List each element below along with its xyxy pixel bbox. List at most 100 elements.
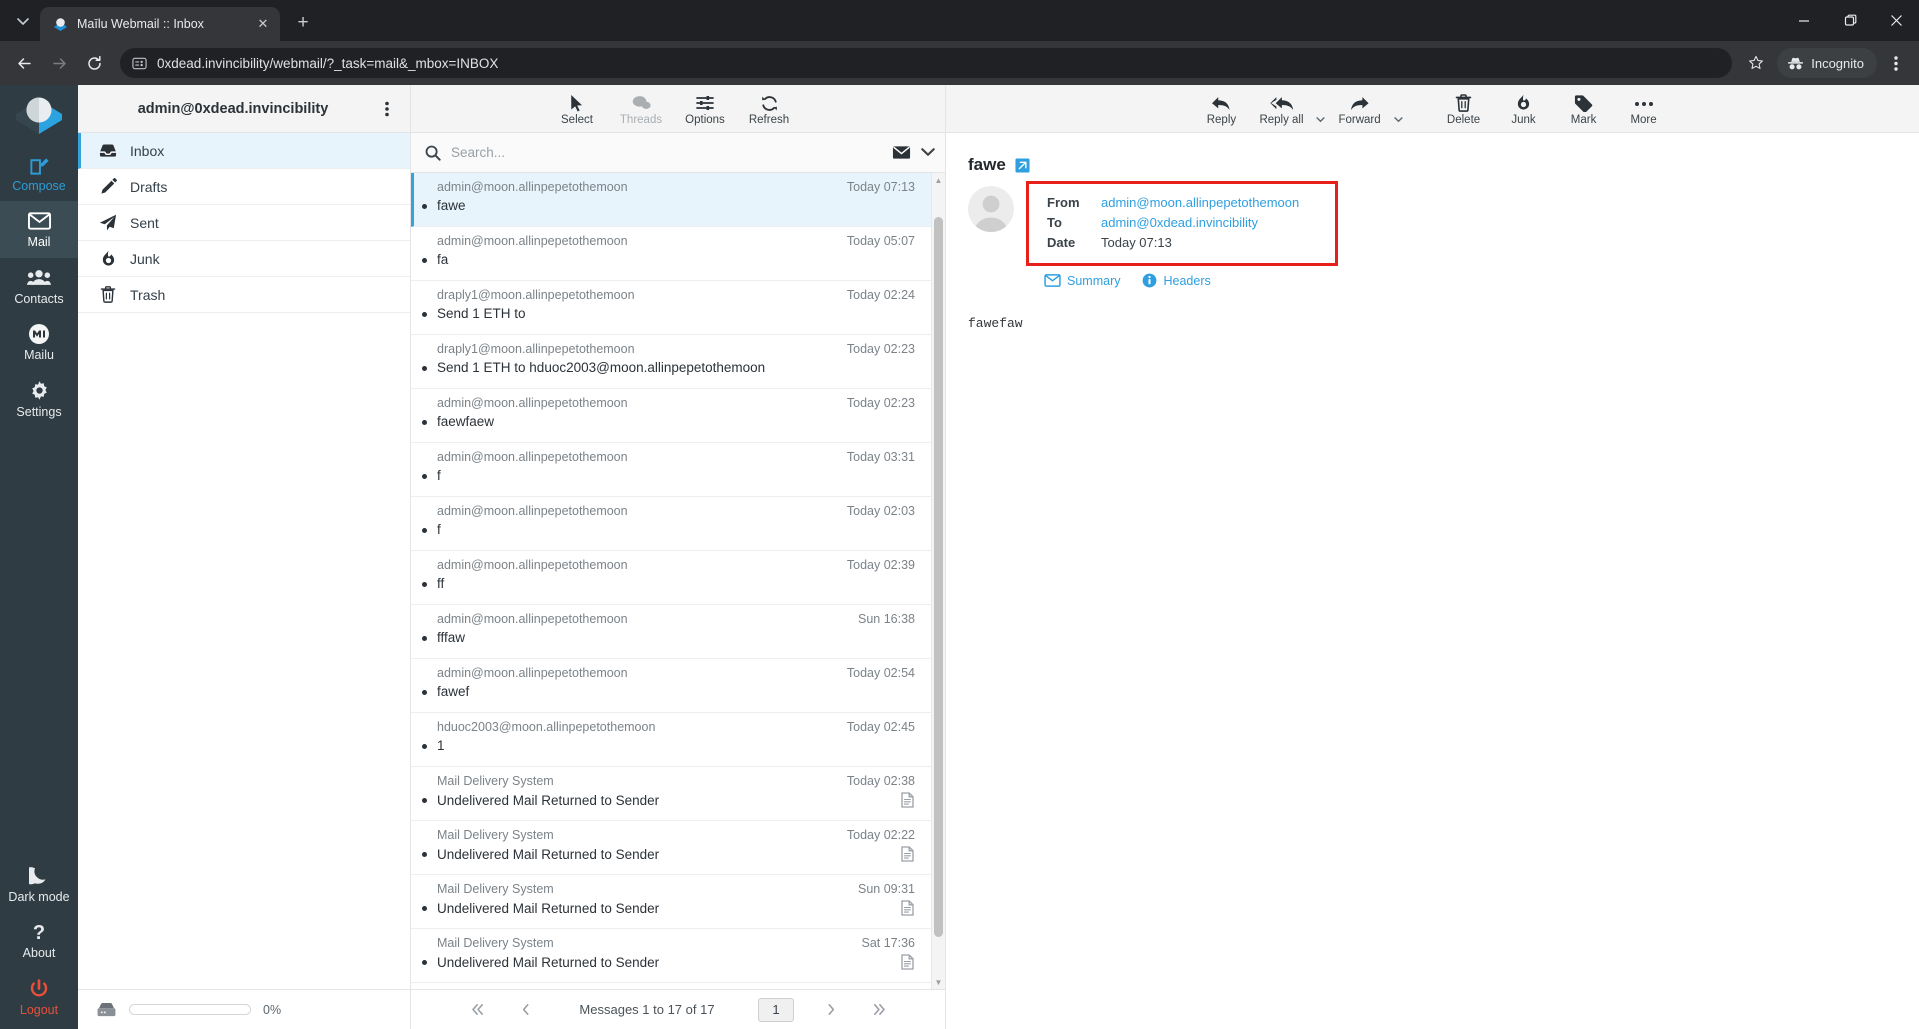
message-list-item[interactable]: hduoc2003@moon.allinpepetothemoon Today 0… xyxy=(411,713,931,767)
rail-item-mailu[interactable]: Mailu xyxy=(0,314,78,370)
folder-options-kebab-icon[interactable] xyxy=(376,101,398,117)
message-list-scrollbar[interactable]: ▲ ▼ xyxy=(931,173,945,989)
new-tab-button[interactable]: + xyxy=(288,8,318,38)
back-icon[interactable] xyxy=(8,47,41,80)
star-icon[interactable] xyxy=(1741,48,1771,78)
next-page-button[interactable] xyxy=(820,1002,842,1017)
incognito-indicator[interactable]: Incognito xyxy=(1777,48,1877,78)
message-list-item[interactable]: admin@moon.allinpepetothemoon Today 02:39… xyxy=(411,551,931,605)
message-from: admin@moon.allinpepetothemoon xyxy=(437,558,628,572)
rail-item-mail[interactable]: Mail xyxy=(0,201,78,258)
message-date: Today 02:24 xyxy=(846,288,915,302)
close-icon[interactable]: ✕ xyxy=(254,15,272,33)
rail-item-dark-mode[interactable]: Dark mode xyxy=(0,856,78,912)
message-meta-row: admin@moon.allinpepetothemoon Sun 16:38 xyxy=(437,612,915,626)
unread-dot xyxy=(422,690,427,695)
close-window-icon[interactable] xyxy=(1873,0,1919,41)
message-list-item[interactable]: admin@moon.allinpepetothemoon Today 02:23… xyxy=(411,389,931,443)
site-settings-icon[interactable] xyxy=(132,56,147,71)
message-list-item[interactable]: Mail Delivery System Sat 17:36 Undelivered… xyxy=(411,929,931,983)
prev-page-button[interactable] xyxy=(514,1002,536,1017)
rail-item-about[interactable]: ? About xyxy=(0,912,78,968)
message-from: admin@moon.allinpepetothemoon xyxy=(437,666,628,680)
scrollbar-thumb[interactable] xyxy=(934,217,943,937)
message-list-item[interactable]: Mail Delivery System Today 02:22 Undeliver… xyxy=(411,821,931,875)
message-list-item[interactable]: admin@moon.allinpepetothemoon Today 05:07… xyxy=(411,227,931,281)
tab-search-icon[interactable] xyxy=(6,4,40,38)
first-page-button[interactable] xyxy=(466,1002,488,1017)
unread-dot xyxy=(422,744,427,749)
envelope-icon xyxy=(1044,274,1061,288)
select-button[interactable]: Select xyxy=(549,92,605,126)
reply-all-chevron-down-icon[interactable] xyxy=(1314,117,1328,132)
folder-item-inbox[interactable]: Inbox xyxy=(78,133,410,169)
folder-item-sent[interactable]: Sent xyxy=(78,205,410,241)
options-button[interactable]: Options xyxy=(677,92,733,126)
rail-item-compose[interactable]: Compose xyxy=(0,145,78,201)
search-input[interactable] xyxy=(451,145,882,160)
reload-icon[interactable] xyxy=(78,47,111,80)
page-number-input[interactable] xyxy=(758,997,794,1022)
message-meta-row: admin@moon.allinpepetothemoon Today 07:13 xyxy=(437,180,915,194)
scroll-up-arrow-icon[interactable]: ▲ xyxy=(932,173,945,187)
external-link-icon[interactable] xyxy=(1015,157,1030,173)
folder-item-drafts[interactable]: Drafts xyxy=(78,169,410,205)
minimize-icon[interactable] xyxy=(1781,0,1827,41)
header-row-date: Date Today 07:13 xyxy=(1047,233,1301,253)
message-list-pane: Select Threads Options Refresh Search...… xyxy=(411,85,946,1029)
rail-label-compose: Compose xyxy=(12,179,66,193)
message-list-item[interactable]: admin@moon.allinpepetothemoon Today 02:54… xyxy=(411,659,931,713)
folder-item-junk[interactable]: Junk xyxy=(78,241,410,277)
last-page-button[interactable] xyxy=(868,1002,890,1017)
mark-button[interactable]: Mark xyxy=(1556,92,1612,126)
mailu-badge-icon xyxy=(28,323,50,345)
address-bar[interactable]: 0xdead.invincibility/webmail/?_task=mail… xyxy=(120,48,1733,78)
message-list-item[interactable]: admin@moon.allinpepetothemoon Today 03:31… xyxy=(411,443,931,497)
message-date: Today 03:31 xyxy=(846,450,915,464)
header-label-to: To xyxy=(1047,215,1062,231)
message-list-item[interactable]: Mail Delivery System Today 02:38 Undeliver… xyxy=(411,767,931,821)
threads-button[interactable]: Threads xyxy=(613,92,669,126)
headers-link[interactable]: Headers xyxy=(1142,273,1211,288)
forward-icon[interactable] xyxy=(43,47,76,80)
message-from: hduoc2003@moon.allinpepetothemoon xyxy=(437,720,656,734)
message-list-item[interactable]: Mail Delivery System Sun 09:31 Undelivered… xyxy=(411,875,931,929)
header-value-from[interactable]: admin@moon.allinpepetothemoon xyxy=(1101,193,1299,213)
message-list-item[interactable]: draply1@moon.allinpepetothemoon Today 02:… xyxy=(411,281,931,335)
rail-label-mailu: Mailu xyxy=(24,348,54,363)
delete-button[interactable]: Delete xyxy=(1436,92,1492,126)
maximize-icon[interactable] xyxy=(1827,0,1873,41)
message-list-item[interactable]: admin@moon.allinpepetothemoon Today 02:03… xyxy=(411,497,931,551)
rail-item-contacts[interactable]: Contacts xyxy=(0,258,78,314)
forward-chevron-down-icon[interactable] xyxy=(1392,117,1406,132)
message-meta-row: Mail Delivery System Sat 17:36 xyxy=(437,936,915,950)
more-button[interactable]: More xyxy=(1616,92,1672,126)
search-scope-envelope-icon[interactable] xyxy=(892,145,911,160)
tab-title: Maīlu Webmail :: Inbox xyxy=(77,17,204,31)
kebab-menu-icon[interactable] xyxy=(1881,47,1911,79)
scroll-down-arrow-icon[interactable]: ▼ xyxy=(932,975,945,989)
unread-dot xyxy=(422,204,427,209)
browser-tab[interactable]: Maīlu Webmail :: Inbox ✕ xyxy=(40,7,280,41)
message-list-item[interactable]: admin@moon.allinpepetothemoon Today 07:13… xyxy=(411,173,931,227)
refresh-button[interactable]: Refresh xyxy=(741,92,797,126)
unread-dot xyxy=(422,582,427,587)
message-list-item[interactable]: draply1@moon.allinpepetothemoon Today 02:… xyxy=(411,335,931,389)
folder-pane: admin@0xdead.invincibility Inbox Drafts xyxy=(78,85,411,1029)
search-dropdown-chevron-down-icon[interactable] xyxy=(921,147,935,158)
rail-item-settings[interactable]: Settings xyxy=(0,371,78,427)
reply-all-button[interactable]: Reply all xyxy=(1253,92,1309,126)
message-list-item[interactable]: admin@moon.allinpepetothemoon Sun 16:38 ff… xyxy=(411,605,931,659)
folder-item-trash[interactable]: Trash xyxy=(78,277,410,313)
junk-button[interactable]: Junk xyxy=(1496,92,1552,126)
summary-link[interactable]: Summary xyxy=(1044,274,1120,288)
forward-button[interactable]: Forward xyxy=(1332,92,1388,126)
header-value-to[interactable]: admin@0xdead.invincibility xyxy=(1101,213,1258,233)
attachment-icon xyxy=(901,792,915,808)
reply-button[interactable]: Reply xyxy=(1193,92,1249,126)
person-avatar-icon xyxy=(968,186,1014,232)
rail-item-logout[interactable]: Logout xyxy=(0,969,78,1029)
rail-label-about: About xyxy=(22,946,56,961)
moon-icon xyxy=(29,865,49,887)
reply-all-icon xyxy=(1270,94,1293,113)
